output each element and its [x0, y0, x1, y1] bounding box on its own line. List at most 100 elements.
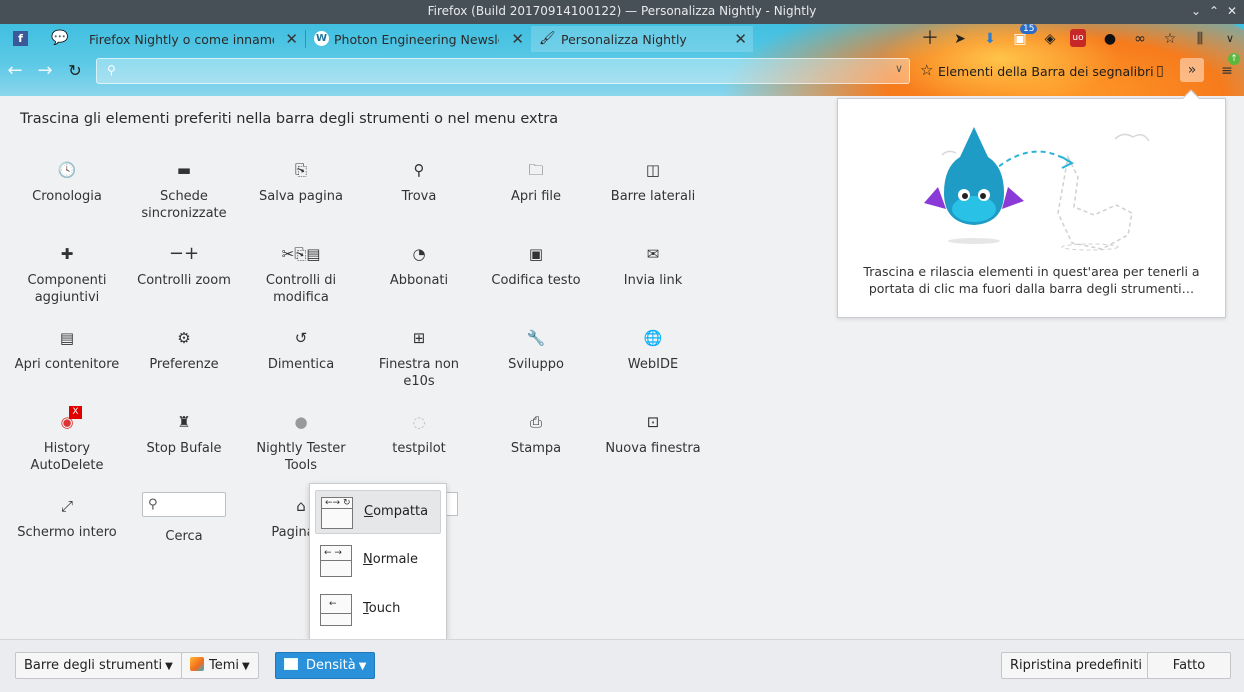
palette-item-apri-file[interactable]: 🗀 Apri file — [481, 160, 591, 205]
density-menu: ←→ ↻ Compatta ← → Normale ← Touch — [309, 483, 447, 649]
palette-item-abbonati[interactable]: ◔ Abbonati — [364, 244, 474, 289]
palette-item-schede-sincronizzate[interactable]: ▬ Schede sincronizzate — [129, 160, 239, 222]
pinned-tab-facebook[interactable]: f — [6, 26, 36, 52]
density-option-touch[interactable]: ← Touch — [315, 588, 441, 632]
title-bar: Firefox (Build 20170914100122) — Persona… — [0, 0, 1244, 24]
toolbars-button[interactable]: Barre degli strumenti ▼ — [15, 652, 182, 679]
fullscreen-icon: ⤢ — [60, 497, 73, 515]
laptop-icon: ▬ — [176, 161, 192, 179]
density-option-compact[interactable]: ←→ ↻ Compatta — [315, 490, 441, 534]
url-bar[interactable]: ⚲ ∨ — [96, 58, 910, 84]
palette-item-webide[interactable]: 🌐 WebIDE — [598, 328, 708, 373]
palette-item-barre-laterali[interactable]: ◫ Barre laterali — [598, 160, 708, 205]
palette-item-testpilot[interactable]: ◌ testpilot — [364, 412, 474, 457]
delete-badge-icon: X — [69, 406, 82, 419]
reload-button[interactable]: ↻ — [64, 60, 86, 82]
palette-item-label: Controlli di modifica — [265, 273, 337, 305]
search-icon: ⚲ — [107, 63, 116, 77]
palette-item-codifica-testo[interactable]: ▣ Codifica testo — [481, 244, 591, 289]
palette-item-cerca[interactable]: ⚲ Cerca — [129, 492, 239, 545]
palette-item-label: Dimentica — [267, 357, 335, 372]
tab-photon-newsletter[interactable]: W Photon Engineering Newsle ✕ — [306, 26, 530, 52]
new-tab-icon[interactable]: ＋ — [920, 29, 940, 49]
minimize-button[interactable]: ⌄ — [1188, 3, 1204, 19]
tab-list-chevron-icon[interactable]: ∨ — [1220, 29, 1240, 49]
touch-density-icon: ← — [320, 594, 352, 626]
palette-item-salva-pagina[interactable]: ⎘ Salva pagina — [246, 160, 356, 205]
close-window-button[interactable]: ✕ — [1224, 3, 1240, 19]
overflow-panel: Trascina e rilascia elementi in quest'ar… — [837, 89, 1226, 318]
palette-item-label: testpilot — [392, 441, 446, 456]
github-icon[interactable]: ● — [1100, 29, 1120, 49]
reader-icon[interactable]: ☆ — [1160, 29, 1180, 49]
library-icon[interactable]: ⫼ — [1190, 29, 1210, 49]
dragon-illustration-icon — [924, 127, 1150, 251]
search-box[interactable]: ⚲ — [142, 492, 226, 517]
palette-item-label: Schede sincronizzate — [141, 189, 227, 221]
palette-item-history-autodelete[interactable]: ◉ X History AutoDelete — [12, 406, 122, 474]
send-icon[interactable]: ➤ — [950, 29, 970, 49]
palette-item-nuova-finestra[interactable]: ⊡ Nuova finestra — [598, 412, 708, 457]
palette-item-label: Invia link — [623, 273, 683, 288]
download-icon[interactable]: ⬇ — [980, 29, 1000, 49]
restore-defaults-button[interactable]: Ripristina predefiniti — [1001, 652, 1151, 679]
density-option-label: Compatta — [364, 504, 429, 519]
close-tab-icon[interactable]: ✕ — [511, 30, 524, 48]
mask-addon-icon[interactable]: ◈ — [1040, 29, 1060, 49]
palette-item-controlli-zoom[interactable]: −+ Controlli zoom — [129, 244, 239, 289]
palette-item-cronologia[interactable]: 🕓 Cronologia — [12, 160, 122, 205]
back-button[interactable]: ← — [4, 60, 26, 82]
wrench-icon: 🔧 — [526, 329, 546, 347]
maximize-button[interactable]: ⌃ — [1206, 3, 1222, 19]
done-button[interactable]: Fatto — [1147, 652, 1231, 679]
printer-icon: ⎙ — [529, 413, 542, 431]
palette-item-label: Stop Bufale — [146, 441, 222, 456]
overflow-panel-message: Trascina e rilascia elementi in quest'ar… — [863, 264, 1200, 296]
themes-button[interactable]: Temi ▼ — [181, 652, 259, 679]
overflow-chevron-button[interactable]: » — [1180, 58, 1204, 82]
sync-tab-icon[interactable]: ▯ — [1150, 61, 1170, 81]
palette-item-trova[interactable]: ⚲ Trova — [364, 160, 474, 205]
palette-item-label: Nuova finestra — [605, 441, 701, 456]
forward-button[interactable]: → — [34, 60, 56, 82]
tab-personalizza-nightly[interactable]: 🖌 Personalizza Nightly ✕ — [531, 26, 753, 52]
palette-item-apri-contenitore[interactable]: ▤ Apri contenitore — [12, 328, 122, 373]
palette-item-stampa[interactable]: ⎙ Stampa — [481, 412, 591, 457]
stop-bufale-icon: ♜ — [177, 413, 191, 431]
palette-item-label: WebIDE — [627, 357, 679, 372]
save-page-icon: ⎘ — [294, 161, 307, 179]
ublock-icon[interactable]: uo — [1070, 29, 1086, 47]
url-dropdown-icon[interactable]: ∨ — [895, 62, 903, 75]
palette-item-label: Finestra non e10s — [378, 357, 460, 389]
palette-item-dimentica[interactable]: ↺ Dimentica — [246, 328, 356, 373]
tab-firefox-nightly[interactable]: Firefox Nightly o come innamor ✕ — [80, 26, 304, 52]
palette-item-label: Componenti aggiuntivi — [27, 273, 107, 305]
done-button-label: Fatto — [1172, 658, 1206, 673]
paintbrush-icon: 🖌 — [539, 31, 556, 46]
text-encoding-icon: ▣ — [528, 245, 544, 263]
density-button[interactable]: Densità ▼ — [275, 652, 376, 679]
palette-item-controlli-di-modifica[interactable]: ✂⎘▤ Controlli di modifica — [246, 244, 356, 306]
zoom-icon: −+ — [168, 243, 200, 264]
palette-item-stop-bufale[interactable]: ♜ Stop Bufale — [129, 412, 239, 457]
palette-item-finestra-non-e10s[interactable]: ⊞ Finestra non e10s — [364, 328, 474, 390]
palette-item-preferenze[interactable]: ⚙ Preferenze — [129, 328, 239, 373]
close-tab-icon[interactable]: ✕ — [734, 30, 747, 48]
palette-item-label: Controlli zoom — [137, 273, 231, 288]
palette-item-sviluppo[interactable]: 🔧 Sviluppo — [481, 328, 591, 373]
palette-item-schermo-intero[interactable]: ⤢ Schermo intero — [12, 496, 122, 541]
palette-item-componenti-aggiuntivi[interactable]: ✚ Componenti aggiuntivi — [12, 244, 122, 306]
open-file-icon: 🗀 — [528, 161, 544, 179]
browser-header: f 💬 Firefox Nightly o come innamor ✕ W P… — [0, 24, 1244, 96]
palette-item-invia-link[interactable]: ✉ Invia link — [598, 244, 708, 289]
incognito-icon[interactable]: ∞ — [1130, 29, 1150, 49]
palette-item-label: Cerca — [165, 529, 203, 544]
pinned-tab-chat[interactable]: 💬 — [40, 26, 76, 52]
density-option-normal[interactable]: ← → Normale — [315, 539, 441, 583]
palette-item-label: Schermo intero — [17, 525, 117, 540]
close-tab-icon[interactable]: ✕ — [285, 30, 298, 48]
forget-icon: ↺ — [294, 329, 308, 347]
palette-item-nightly-tester-tools[interactable]: ● Nightly Tester Tools — [246, 412, 356, 474]
puzzle-icon: ✚ — [60, 245, 74, 263]
bookmarks-toolbar-items[interactable]: Elementi della Barra dei segnalibri — [938, 64, 1154, 79]
